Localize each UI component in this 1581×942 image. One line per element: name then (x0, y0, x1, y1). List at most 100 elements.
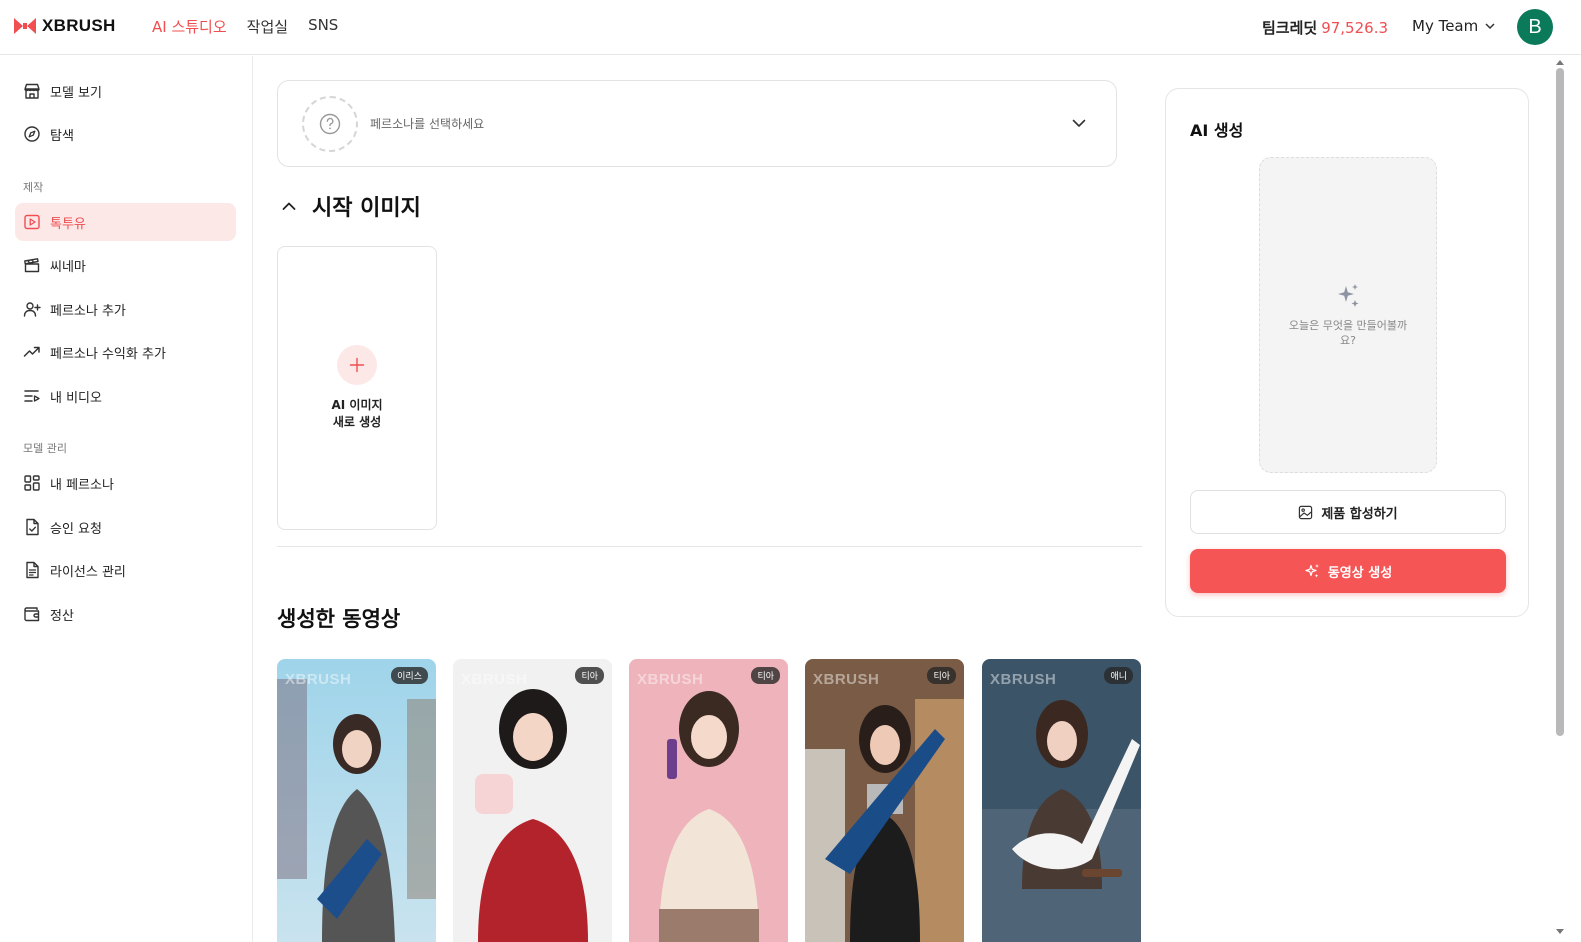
sidebar-item-label: 모델 보기 (50, 85, 102, 101)
credits-label: 팀크레딧 (1262, 19, 1318, 37)
start-image-header[interactable]: 시작 이미지 (280, 190, 421, 222)
wallet-icon (24, 607, 40, 622)
top-header: XBRUSH AI 스튜디오 작업실 SNS 팀크레딧 97,526.3 My T… (0, 0, 1581, 55)
generate-preview-area: 오늘은 무엇을 만들어볼까요? (1259, 157, 1437, 473)
persona-placeholder-avatar (302, 95, 358, 152)
ai-generate-panel: AI 생성 오늘은 무엇을 만들어볼까요? 제품 합성하기 동영상 생성 (1165, 88, 1529, 617)
trending-up-icon (23, 346, 40, 357)
persona-tag: 애니 (1104, 667, 1133, 684)
sidebar-item-label: 내 페르소나 (50, 477, 114, 493)
sparkles-icon (1305, 564, 1319, 578)
store-icon (24, 83, 40, 99)
play-square-icon (24, 214, 40, 230)
sidebar-item-license-manage[interactable]: 라이선스 관리 (15, 551, 236, 589)
sidebar-item-label: 씨네마 (50, 259, 86, 275)
nav-ai-studio[interactable]: AI 스튜디오 (152, 16, 227, 37)
generated-videos-title: 생성한 동영상 (277, 607, 401, 631)
video-thumbnail-image (629, 659, 788, 942)
persona-tag: 티아 (927, 667, 956, 684)
persona-tag: 이리스 (391, 667, 428, 684)
sidebar-item-approval-request[interactable]: 승인 요청 (15, 508, 236, 546)
chevron-down-icon (1072, 119, 1086, 127)
sidebar-item-label: 내 비디오 (50, 390, 102, 406)
compass-icon (24, 126, 40, 142)
video-thumbnail[interactable]: XBRUSH 티아 (453, 659, 612, 942)
sparkles-icon (1338, 284, 1359, 307)
compose-product-button[interactable]: 제품 합성하기 (1190, 490, 1506, 534)
avatar[interactable]: B (1517, 9, 1553, 45)
section-label-create: 제작 (23, 181, 44, 194)
scrollbar-thumb[interactable] (1556, 68, 1564, 736)
nav-workroom[interactable]: 작업실 (247, 16, 288, 37)
video-thumbnail-image (277, 659, 436, 942)
chevron-down-icon (1485, 23, 1495, 30)
list-video-icon (24, 390, 40, 402)
new-ai-image-label-line2: 새로 생성 (332, 415, 382, 429)
team-credits: 팀크레딧 97,526.3 (1262, 17, 1388, 38)
scroll-up-arrow-icon[interactable] (1555, 58, 1565, 66)
sidebar-item-label: 톡투유 (50, 216, 86, 232)
user-plus-icon (23, 302, 41, 317)
logo-bowtie-icon (14, 18, 36, 34)
sidebar-item-cinema[interactable]: 씨네마 (15, 246, 236, 284)
team-label: My Team (1412, 17, 1479, 35)
team-selector[interactable]: My Team (1412, 17, 1496, 35)
watermark: XBRUSH (461, 671, 528, 688)
watermark: XBRUSH (813, 671, 880, 688)
sidebar-item-label: 승인 요청 (50, 521, 102, 537)
sidebar-item-label: 탐색 (50, 128, 74, 144)
watermark: XBRUSH (637, 671, 704, 688)
sidebar-item-label: 라이선스 관리 (50, 564, 126, 580)
image-icon (1299, 505, 1313, 519)
sidebar-item-talk-to-you[interactable]: 톡투유 (15, 203, 236, 241)
sidebar-item-model-view[interactable]: 모델 보기 (15, 72, 236, 110)
xbrush-logo[interactable]: XBRUSH (14, 16, 116, 36)
new-ai-image-card[interactable]: AI 이미지 새로 생성 (277, 246, 437, 530)
file-text-icon (26, 561, 39, 579)
sidebar-item-label: 페르소나 수익화 추가 (50, 346, 166, 362)
video-thumbnail-image (453, 659, 612, 942)
persona-select-dropdown[interactable]: 페르소나를 선택하세요 (277, 80, 1117, 167)
sidebar-item-label: 정산 (50, 608, 74, 624)
compose-product-label: 제품 합성하기 (1321, 506, 1398, 522)
video-thumbnail[interactable]: XBRUSH 티아 (805, 659, 964, 942)
section-divider (277, 546, 1142, 547)
generate-preview-text: 오늘은 무엇을 만들어볼까요? (1288, 319, 1408, 347)
persona-select-placeholder: 페르소나를 선택하세요 (370, 117, 485, 131)
generate-video-label: 동영상 생성 (1327, 565, 1393, 581)
generate-video-button[interactable]: 동영상 생성 (1190, 549, 1506, 593)
watermark: XBRUSH (990, 671, 1057, 688)
new-ai-image-label-line1: AI 이미지 (331, 398, 383, 412)
sidebar-item-settlement[interactable]: 정산 (15, 595, 236, 633)
page-scrollbar[interactable] (1553, 56, 1567, 942)
video-thumbnail[interactable]: XBRUSH 애니 (982, 659, 1141, 942)
watermark: XBRUSH (285, 671, 352, 688)
video-thumbnail[interactable]: XBRUSH 티아 (629, 659, 788, 942)
question-circle-icon (319, 113, 341, 134)
start-image-title: 시작 이미지 (312, 196, 421, 221)
sidebar-item-add-persona[interactable]: 페르소나 추가 (15, 290, 236, 328)
sidebar-item-label: 페르소나 추가 (50, 303, 126, 319)
ai-generate-title: AI 생성 (1190, 121, 1244, 140)
file-check-icon (26, 518, 39, 536)
persona-tag: 티아 (575, 667, 604, 684)
plus-icon (349, 357, 365, 373)
chevron-up-icon (282, 202, 296, 210)
persona-tag: 티아 (751, 667, 780, 684)
sidebar-item-explore[interactable]: 탐색 (15, 115, 236, 153)
section-label-model-manage: 모델 관리 (23, 442, 67, 455)
nav-sns[interactable]: SNS (308, 16, 338, 37)
grid-icon (24, 475, 40, 491)
new-ai-image-label: AI 이미지 새로 생성 (312, 397, 402, 431)
sidebar-item-persona-monetize[interactable]: 페르소나 수익화 추가 (15, 333, 236, 371)
plus-circle (337, 345, 377, 385)
credits-value: 97,526.3 (1321, 19, 1388, 37)
sidebar-item-my-videos[interactable]: 내 비디오 (15, 377, 236, 415)
sidebar-item-my-persona[interactable]: 내 페르소나 (15, 464, 236, 502)
logo-text: XBRUSH (42, 16, 116, 35)
clapperboard-icon (24, 258, 40, 273)
video-thumbnail-image (805, 659, 964, 942)
video-thumbnail-image (982, 659, 1141, 942)
video-thumbnail[interactable]: XBRUSH 이리스 (277, 659, 436, 942)
scroll-down-arrow-icon[interactable] (1555, 928, 1565, 936)
